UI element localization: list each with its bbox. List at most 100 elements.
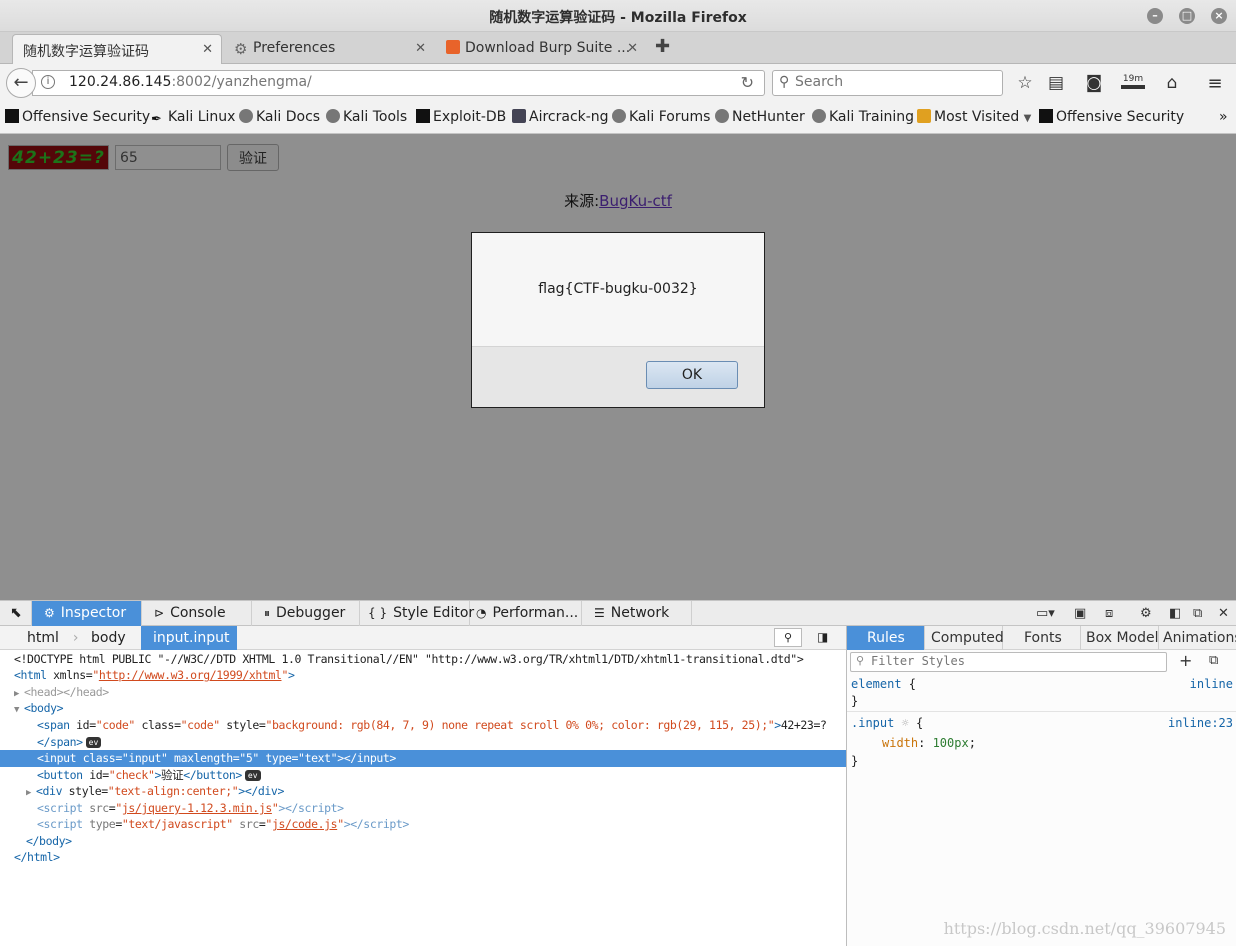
verify-button[interactable]: 验证	[227, 144, 279, 171]
watermark-text: https://blog.csdn.net/qq_39607945	[943, 919, 1226, 938]
bookmark-aircrack-ng[interactable]: Aircrack-ng	[512, 109, 609, 125]
tab-box-model[interactable]: Box Model	[1081, 626, 1159, 650]
tab-rules[interactable]: Rules	[847, 626, 925, 650]
tab-style-editor[interactable]: { } Style Editor	[360, 601, 474, 626]
bookmark-kali-linux[interactable]: ✒ Kali Linux	[151, 109, 235, 127]
undock-icon[interactable]: ⧉	[1193, 606, 1202, 621]
menu-icon[interactable]: ≡	[1204, 73, 1226, 94]
tab-performance[interactable]: ◔ Performan...	[470, 601, 582, 626]
search-bar[interactable]: ⚲	[772, 70, 1003, 96]
exploit-db-icon	[416, 109, 430, 123]
tab-burp-download[interactable]: Download Burp Suite ... ✕	[436, 34, 646, 64]
rule-declaration[interactable]: width: 100px;	[851, 736, 1235, 752]
captcha-answer-input[interactable]	[115, 145, 221, 170]
xmlns-link[interactable]: http://www.w3.org/1999/xhtml	[99, 668, 282, 682]
toggle-pseudo-class-icon[interactable]: ⧉	[1209, 653, 1218, 668]
markup-line-doctype[interactable]: <!DOCTYPE html PUBLIC "-//W3C//DTD XHTML…	[0, 651, 846, 668]
rule-source-link[interactable]: inline:23	[1168, 716, 1233, 730]
bookmark-star-icon[interactable]: ☆	[1014, 73, 1036, 93]
bookmark-offensive-security-2[interactable]: Offensive Security	[1039, 109, 1184, 125]
event-badge[interactable]: ev	[85, 737, 102, 748]
collapse-arrow-icon[interactable]: ▼	[14, 702, 24, 717]
bookmark-kali-training[interactable]: Kali Training	[812, 109, 914, 125]
close-window-icon[interactable]: ×	[1211, 8, 1227, 24]
url-bar[interactable]: i 120.24.86.145:8002/yanzhengma/ ↻	[32, 70, 765, 96]
tab-network[interactable]: ☰ Network	[582, 601, 692, 626]
filter-styles-box[interactable]: ⚲	[850, 652, 1167, 672]
tab-captcha[interactable]: 随机数字运算验证码 ✕	[12, 34, 222, 64]
breadcrumb-input[interactable]: input.input	[141, 626, 238, 650]
url-text[interactable]: 120.24.86.145:8002/yanzhengma/	[69, 74, 312, 90]
dock-side-icon[interactable]: ◧	[1169, 606, 1181, 621]
markup-search-icon[interactable]: ⚲	[774, 628, 802, 647]
markup-line-script2[interactable]: <script type="text/javascript" src="js/c…	[0, 816, 846, 833]
timer-badge[interactable]: 19m	[1121, 74, 1145, 89]
markup-line-script1[interactable]: <script src="js/jquery-1.12.3.min.js"></…	[0, 800, 846, 817]
tab-debugger[interactable]: ⏸ Debugger	[252, 601, 360, 626]
rule-source-link[interactable]: inline	[1190, 677, 1233, 691]
close-tab-icon[interactable]: ✕	[627, 41, 638, 56]
expand-arrow-icon[interactable]: ▶	[14, 686, 24, 701]
rule-input-header[interactable]: .input ☼ {inline:23	[851, 716, 1235, 732]
bookmark-kali-forums[interactable]: Kali Forums	[612, 109, 710, 125]
new-tab-icon[interactable]: ✚	[655, 36, 670, 57]
markup-line-html[interactable]: <html xmlns="http://www.w3.org/1999/xhtm…	[0, 667, 846, 684]
script2-src-link[interactable]: js/code.js	[272, 817, 338, 831]
back-button[interactable]: ←	[6, 68, 36, 98]
frame-select-icon[interactable]: ▭▾	[1036, 606, 1055, 621]
markup-line-div[interactable]: ▶ <div style="text-align:center;"></div>	[0, 783, 846, 800]
breadcrumb-html[interactable]: html ›	[27, 626, 79, 650]
source-link[interactable]: BugKu-ctf	[599, 192, 672, 210]
ok-button[interactable]: OK	[646, 361, 738, 389]
tab-inspector[interactable]: ⚙ Inspector	[32, 601, 142, 626]
markup-line-button[interactable]: <button id="check">验证</button> ev	[0, 767, 846, 784]
expand-arrow-icon[interactable]: ▶	[26, 785, 36, 800]
breadcrumb-body[interactable]: body	[91, 626, 126, 650]
close-devtools-icon[interactable]: ✕	[1218, 606, 1229, 621]
add-rule-icon[interactable]: +	[1179, 651, 1192, 670]
maximize-icon[interactable]: □	[1179, 8, 1195, 24]
minimize-icon[interactable]: –	[1147, 8, 1163, 24]
markup-line-span-close[interactable]: </span> ev	[0, 734, 846, 751]
bookmark-kali-tools[interactable]: Kali Tools	[326, 109, 407, 125]
bookmarks-overflow-icon[interactable]: »	[1219, 109, 1228, 125]
responsive-icon[interactable]: ⧈	[1105, 606, 1113, 621]
bookmark-exploit-db[interactable]: Exploit-DB	[416, 109, 506, 125]
pocket-icon[interactable]: ◙	[1083, 73, 1105, 93]
toggle-sidebar-icon[interactable]: ◨	[817, 626, 828, 650]
close-tab-icon[interactable]: ✕	[415, 41, 426, 56]
filter-styles-input[interactable]	[871, 654, 1161, 668]
bookmark-kali-docs[interactable]: Kali Docs	[239, 109, 320, 125]
tab-console[interactable]: ⊳ Console	[142, 601, 252, 626]
rule-selector: .input	[851, 716, 895, 730]
markup-line-span[interactable]: <span id="code" class="code" style="back…	[0, 717, 846, 734]
tab-computed[interactable]: Computed	[925, 626, 1004, 650]
markup-line-head[interactable]: ▶ <head></head>	[0, 684, 846, 701]
search-input[interactable]	[795, 74, 995, 90]
rule-element-header[interactable]: element {inline	[851, 677, 1235, 693]
markup-line-input[interactable]: <input class="input" maxlength="5" type=…	[0, 750, 846, 767]
tab-animations[interactable]: Animations	[1159, 626, 1236, 650]
close-tab-icon[interactable]: ✕	[202, 42, 213, 57]
bookmark-offensive-security[interactable]: Offensive Security	[5, 109, 150, 125]
element-picker-icon[interactable]: ⬉	[0, 601, 32, 626]
bookmark-most-visited[interactable]: Most Visited ▼	[917, 109, 1031, 125]
info-icon[interactable]: i	[41, 75, 55, 89]
url-host: 120.24.86.145	[69, 74, 172, 90]
bookmark-nethunter[interactable]: NetHunter	[715, 109, 805, 125]
home-icon[interactable]: ⌂	[1161, 73, 1183, 93]
reload-icon[interactable]: ↻	[741, 73, 754, 92]
property-name[interactable]: width	[882, 736, 918, 750]
split-console-icon[interactable]: ▣	[1074, 606, 1086, 621]
markup-line-body-close[interactable]: </body>	[0, 833, 846, 850]
script1-src-link[interactable]: js/jquery-1.12.3.min.js	[122, 801, 272, 815]
markup-line-html-close[interactable]: </html>	[0, 849, 846, 866]
tab-fonts[interactable]: Fonts	[1003, 626, 1081, 650]
reading-list-icon[interactable]: ▤	[1045, 73, 1067, 93]
settings-gear-icon[interactable]: ⚙	[1140, 606, 1152, 621]
tab-preferences[interactable]: ⚙ Preferences ✕	[224, 34, 434, 64]
markup-line-body[interactable]: ▼ <body>	[0, 700, 846, 717]
event-badge[interactable]: ev	[244, 770, 261, 781]
property-value[interactable]: 100px	[933, 736, 969, 750]
highlight-element-icon[interactable]: ☼	[902, 716, 909, 730]
